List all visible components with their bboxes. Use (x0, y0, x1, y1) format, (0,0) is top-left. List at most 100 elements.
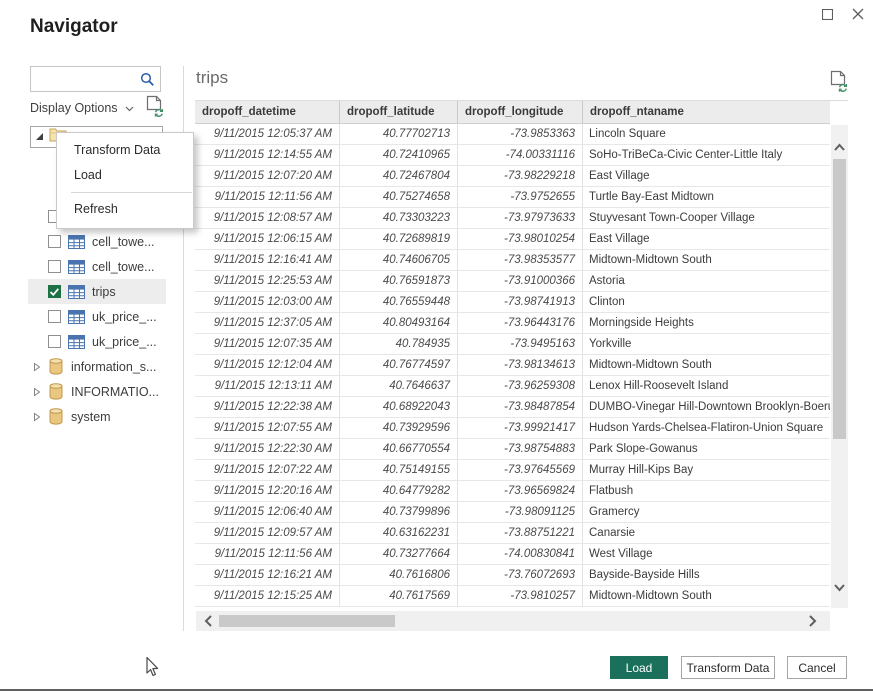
scroll-left-icon[interactable] (203, 614, 213, 633)
cell-dropoff_ntaname: Morningside Heights (583, 313, 830, 333)
tree-item-informatio[interactable]: INFORMATIO... (0, 379, 182, 404)
cell-dropoff_datetime: 9/11/2015 12:09:57 AM (195, 523, 340, 543)
cell-dropoff_ntaname: Midtown-Midtown South (583, 586, 830, 606)
checkbox-checked[interactable] (48, 285, 61, 298)
column-header-dropoff_latitude: dropoff_latitude (340, 101, 458, 123)
cell-dropoff_datetime: 9/11/2015 12:13:11 AM (195, 376, 340, 396)
checkbox-unchecked[interactable] (48, 335, 61, 348)
cell-dropoff_datetime: 9/11/2015 12:05:37 AM (195, 124, 340, 144)
cell-dropoff_ntaname: DUMBO-Vinegar Hill-Downtown Brooklyn-Boe… (583, 397, 830, 417)
menu-item-transform-data[interactable]: Transform Data (57, 138, 193, 163)
cell-dropoff_longitude: -73.98091125 (458, 502, 583, 522)
database-icon (49, 358, 63, 375)
cell-dropoff_ntaname: Stuyvesant Town-Cooper Village (583, 208, 830, 228)
menu-item-load[interactable]: Load (57, 163, 193, 188)
column-header-dropoff_ntaname: dropoff_ntaname (583, 101, 830, 123)
dialog-title: Navigator (30, 16, 118, 38)
cell-dropoff_ntaname: Lenox Hill-Roosevelt Island (583, 376, 830, 396)
load-button[interactable]: Load (610, 656, 668, 679)
close-button[interactable] (845, 5, 871, 27)
cell-dropoff_latitude: 40.72689819 (340, 229, 458, 249)
refresh-preview-icon[interactable] (146, 95, 165, 122)
refresh-preview-table-icon[interactable] (830, 70, 849, 97)
cell-dropoff_longitude: -73.96443176 (458, 313, 583, 333)
cell-dropoff_ntaname: Flatbush (583, 481, 830, 501)
cell-dropoff_datetime: 9/11/2015 12:08:57 AM (195, 208, 340, 228)
table-icon (68, 285, 85, 299)
navigation-tree: cell_towe...cell_towe...cell_towe...trip… (0, 204, 182, 429)
cell-dropoff_ntaname: Gramercy (583, 502, 830, 522)
cell-dropoff_longitude: -73.96259308 (458, 376, 583, 396)
table-icon (68, 310, 85, 324)
cancel-button[interactable]: Cancel (787, 656, 847, 679)
cell-dropoff_latitude: 40.784935 (340, 334, 458, 354)
table-row: 9/11/2015 12:11:56 AM40.75274658-73.9752… (195, 187, 830, 208)
expand-arrow-icon[interactable] (33, 412, 41, 422)
menu-item-refresh[interactable]: Refresh (57, 197, 193, 222)
tree-item-label: cell_towe... (92, 235, 155, 249)
cell-dropoff_latitude: 40.76559448 (340, 292, 458, 312)
scroll-down-icon[interactable] (833, 580, 846, 598)
cell-dropoff_latitude: 40.73303223 (340, 208, 458, 228)
cell-dropoff_datetime: 9/11/2015 12:20:16 AM (195, 481, 340, 501)
cell-dropoff_ntaname: Park Slope-Gowanus (583, 439, 830, 459)
horizontal-scrollbar-thumb[interactable] (219, 615, 395, 627)
tree-item-label: uk_price_... (92, 335, 157, 349)
cell-dropoff_ntaname: Murray Hill-Kips Bay (583, 460, 830, 480)
tree-item-information-s[interactable]: information_s... (0, 354, 182, 379)
checkbox-unchecked[interactable] (48, 310, 61, 323)
expand-arrow-icon[interactable] (33, 387, 41, 397)
tree-item-uk-price[interactable]: uk_price_... (0, 304, 182, 329)
preview-grid-body: 9/11/2015 12:05:37 AM40.77702713-73.9853… (195, 124, 830, 607)
cell-dropoff_latitude: 40.76591873 (340, 271, 458, 291)
table-row: 9/11/2015 12:25:53 AM40.76591873-73.9100… (195, 271, 830, 292)
horizontal-scrollbar[interactable] (196, 611, 830, 631)
expand-arrow-icon[interactable] (33, 362, 41, 372)
cell-dropoff_datetime: 9/11/2015 12:37:05 AM (195, 313, 340, 333)
cell-dropoff_longitude: -73.96569824 (458, 481, 583, 501)
search-box[interactable] (30, 66, 161, 92)
table-row: 9/11/2015 12:07:35 AM40.784935-73.949516… (195, 334, 830, 355)
table-row: 9/11/2015 12:16:21 AM40.7616806-73.76072… (195, 565, 830, 586)
cell-dropoff_longitude: -73.98010254 (458, 229, 583, 249)
tree-item-trips[interactable]: trips (0, 279, 182, 304)
collapse-arrow-icon[interactable] (35, 128, 44, 146)
table-row: 9/11/2015 12:37:05 AM40.80493164-73.9644… (195, 313, 830, 334)
cell-dropoff_ntaname: Canarsie (583, 523, 830, 543)
tree-item-cell-towe[interactable]: cell_towe... (0, 229, 182, 254)
tree-item-system[interactable]: system (0, 404, 182, 429)
table-row: 9/11/2015 12:07:55 AM40.73929596-73.9992… (195, 418, 830, 439)
search-input[interactable] (31, 67, 140, 91)
cell-dropoff_datetime: 9/11/2015 12:11:56 AM (195, 187, 340, 207)
scroll-right-icon[interactable] (808, 614, 818, 633)
display-options-dropdown[interactable]: Display Options (30, 99, 134, 117)
vertical-scrollbar-thumb[interactable] (833, 159, 846, 439)
chevron-down-icon (125, 101, 134, 115)
tree-item-cell-towe[interactable]: cell_towe... (0, 254, 182, 279)
cell-dropoff_longitude: -73.97973633 (458, 208, 583, 228)
cell-dropoff_latitude: 40.73929596 (340, 418, 458, 438)
mouse-cursor (143, 656, 160, 684)
cell-dropoff_longitude: -73.91000366 (458, 271, 583, 291)
tree-item-uk-price[interactable]: uk_price_... (0, 329, 182, 354)
tree-item-label: cell_towe... (92, 260, 155, 274)
table-row: 9/11/2015 12:16:41 AM40.74606705-73.9835… (195, 250, 830, 271)
transform-data-button[interactable]: Transform Data (681, 656, 775, 679)
cell-dropoff_longitude: -74.00331116 (458, 145, 583, 165)
cell-dropoff_latitude: 40.77702713 (340, 124, 458, 144)
vertical-scrollbar[interactable] (831, 125, 848, 608)
cell-dropoff_latitude: 40.73799896 (340, 502, 458, 522)
cell-dropoff_datetime: 9/11/2015 12:06:40 AM (195, 502, 340, 522)
checkbox-unchecked[interactable] (48, 260, 61, 273)
cell-dropoff_longitude: -74.00830841 (458, 544, 583, 564)
maximize-button[interactable] (814, 5, 840, 27)
cell-dropoff_datetime: 9/11/2015 12:07:22 AM (195, 460, 340, 480)
table-row: 9/11/2015 12:08:57 AM40.73303223-73.9797… (195, 208, 830, 229)
cell-dropoff_longitude: -73.99921417 (458, 418, 583, 438)
table-row: 9/11/2015 12:12:04 AM40.76774597-73.9813… (195, 355, 830, 376)
cell-dropoff_datetime: 9/11/2015 12:03:00 AM (195, 292, 340, 312)
cell-dropoff_latitude: 40.80493164 (340, 313, 458, 333)
cell-dropoff_latitude: 40.63162231 (340, 523, 458, 543)
scroll-up-icon[interactable] (833, 139, 846, 157)
checkbox-unchecked[interactable] (48, 235, 61, 248)
